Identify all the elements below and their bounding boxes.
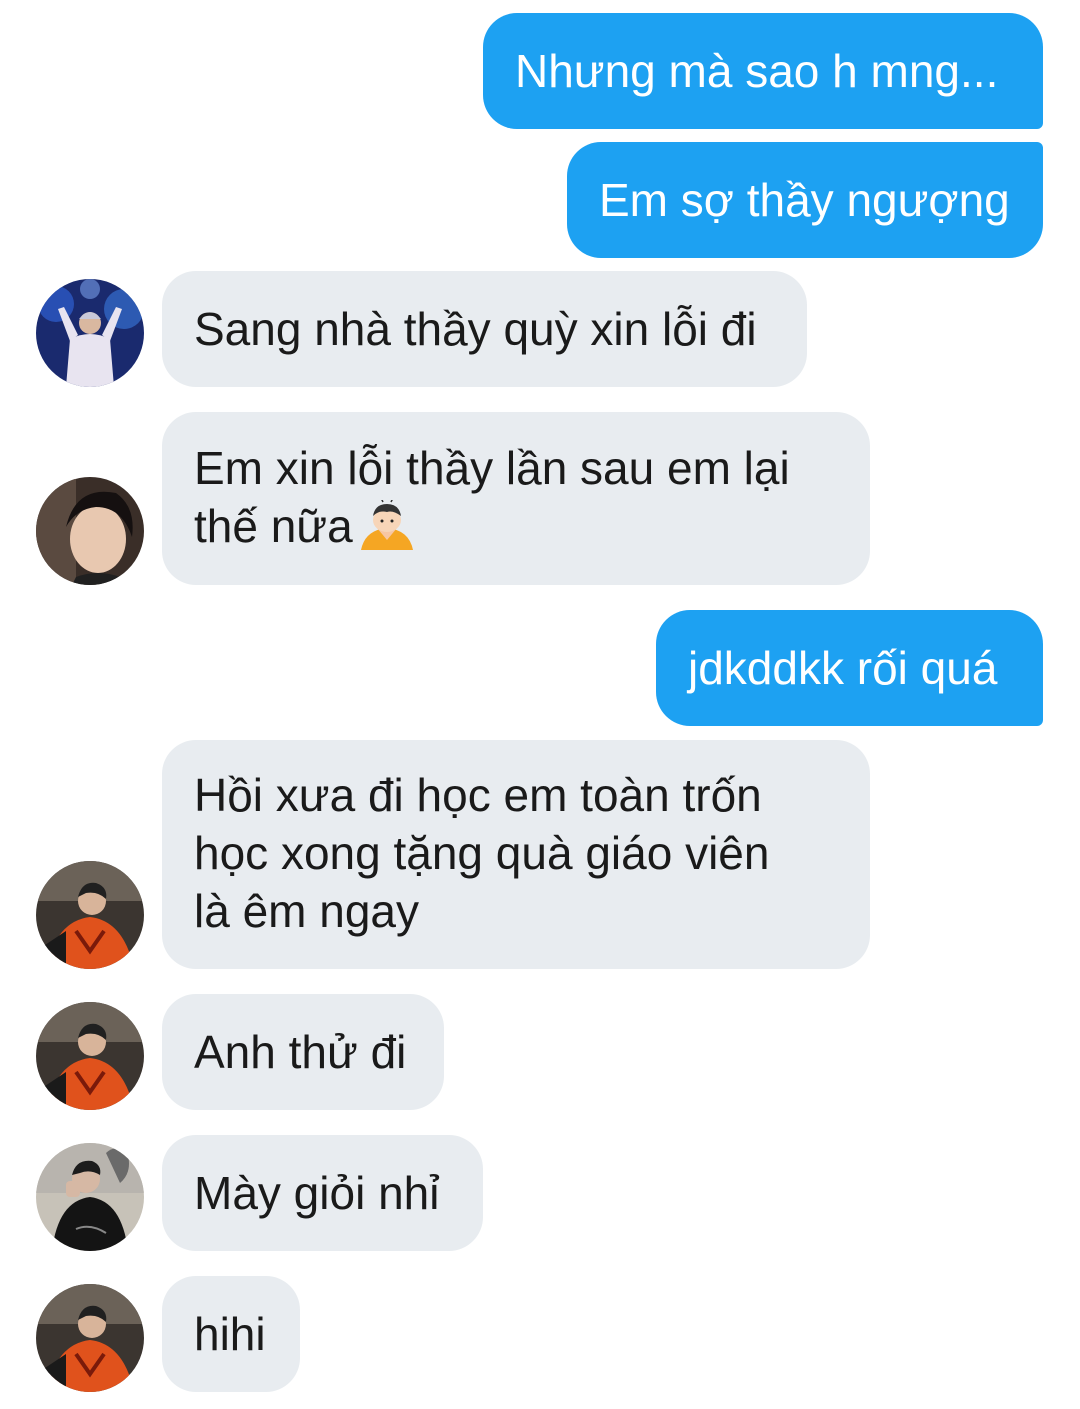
outgoing-message-bubble[interactable]: Em sợ thầy ngượng	[567, 142, 1043, 258]
avatar-black-jacket-icon[interactable]	[36, 1143, 144, 1251]
message-text: Nhưng mà sao h mng...	[515, 45, 999, 97]
incoming-message-bubble[interactable]: Hồi xưa đi học em toàn trốn học xong tặn…	[162, 740, 870, 969]
incoming-message-bubble[interactable]: Anh thử đi	[162, 994, 444, 1110]
chat-thread: Nhưng mà sao h mng... Em sợ thầy ngượng …	[0, 0, 1080, 1409]
message-text: Em xin lỗi thầy lần sau em lại	[194, 442, 790, 494]
outgoing-message-bubble[interactable]: jdkddkk rối quá	[656, 610, 1043, 726]
message-text: hihi	[194, 1308, 266, 1360]
incoming-message-bubble[interactable]: hihi	[162, 1276, 300, 1392]
incoming-message-bubble[interactable]: Sang nhà thầy quỳ xin lỗi đi	[162, 271, 807, 387]
message-text: jdkddkk rối quá	[688, 642, 998, 694]
avatar-orange-shirt-icon[interactable]	[36, 1284, 144, 1392]
avatar-concert-icon[interactable]	[36, 279, 144, 387]
message-text: Sang nhà thầy quỳ xin lỗi đi	[194, 303, 757, 355]
message-text: Mày giỏi nhỉ	[194, 1167, 440, 1219]
outgoing-message-bubble[interactable]: Nhưng mà sao h mng...	[483, 13, 1043, 129]
avatar-portrait-icon[interactable]	[36, 477, 144, 585]
person-bowing-emoji-icon	[359, 497, 415, 552]
message-text: Hồi xưa đi học em toàn trốn học xong tặn…	[194, 769, 770, 937]
message-text: Em sợ thầy ngượng	[599, 174, 1010, 226]
message-text-line: thế nữa	[194, 497, 415, 555]
incoming-message-bubble[interactable]: Mày giỏi nhỉ	[162, 1135, 483, 1251]
avatar-orange-shirt-icon[interactable]	[36, 1002, 144, 1110]
message-text: Anh thử đi	[194, 1026, 407, 1078]
avatar-orange-shirt-icon[interactable]	[36, 861, 144, 969]
incoming-message-bubble[interactable]: Em xin lỗi thầy lần sau em lại thế nữa	[162, 412, 870, 585]
